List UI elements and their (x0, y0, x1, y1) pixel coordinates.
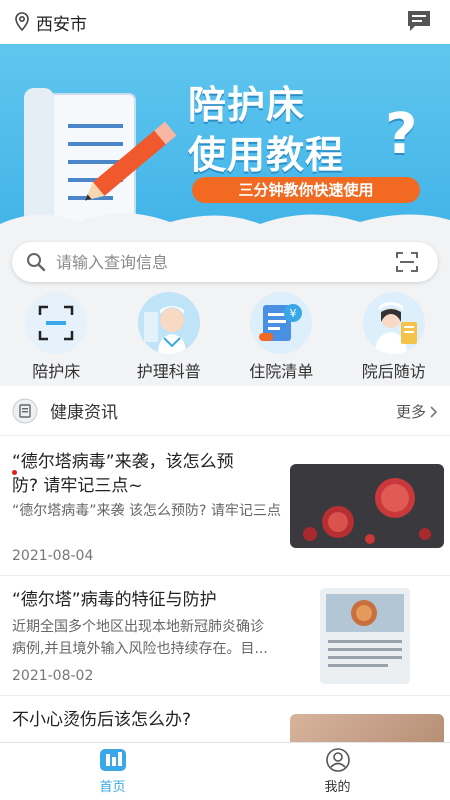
article-summary: 近期全国多个地区出现本地新冠肺炎确诊 (12, 619, 264, 635)
location-selector[interactable]: 西安市 (14, 10, 87, 35)
tab-home[interactable]: 首页 (0, 743, 225, 800)
quick-item-label: 陪护床 (32, 362, 81, 381)
tab-mine-label: 我的 (324, 780, 351, 795)
article-summary: “德尔塔病毒”来袭 该怎么预防? 请牢记三点 (12, 503, 281, 519)
article-title-line2: 防? 请牢记三点~ (12, 476, 143, 496)
news-icon (12, 398, 38, 423)
app-screen: 西安市 陪护床 使用教程 ? 三分钟教你快速使用 请输入查询信息 陪护床 护理科… (0, 0, 450, 800)
news-header: 健康资讯 更多 (0, 386, 450, 436)
quick-item-bill[interactable]: ¥ 住院清单 (231, 292, 331, 384)
user-icon (325, 748, 350, 772)
location-pin-icon (15, 12, 29, 32)
news-section-title: 健康资讯 (50, 403, 118, 423)
more-label: 更多 (395, 403, 426, 421)
quick-item-label: 院后随访 (361, 362, 426, 381)
quick-item-label: 护理科普 (136, 362, 201, 381)
tab-home-label: 首页 (99, 780, 126, 795)
location-label: 西安市 (36, 14, 87, 35)
bill-list-icon: ¥ (250, 292, 313, 354)
bottom-tab-bar: 首页 我的 (0, 742, 450, 800)
article-thumbnail (290, 714, 444, 742)
cloud-decoration (0, 213, 450, 240)
top-bar: 西安市 (0, 0, 450, 44)
chevron-right-icon (430, 405, 438, 418)
article-title: “德尔塔”病毒的特征与防护 (12, 590, 217, 610)
nurse-icon (137, 292, 200, 354)
news-item[interactable]: “德尔塔”病毒的特征与防护 近期全国多个地区出现本地新冠肺炎确诊 病例,并且境外… (0, 576, 450, 696)
scan-icon[interactable] (396, 252, 418, 272)
tab-mine[interactable]: 我的 (225, 743, 450, 800)
quick-item-label: 住院清单 (249, 362, 314, 381)
health-news-section: 健康资讯 更多 “德尔塔病毒”来袭，该怎么预 防? 请牢记三点~ “德尔塔病毒”… (0, 386, 450, 742)
news-item[interactable]: “德尔塔病毒”来袭，该怎么预 防? 请牢记三点~ “德尔塔病毒”来袭 该怎么预防… (0, 436, 450, 576)
message-icon[interactable] (406, 9, 432, 33)
nurse-clipboard-icon (362, 292, 425, 354)
quick-item-followup[interactable]: 院后随访 (344, 292, 444, 384)
quick-item-bed[interactable]: 陪护床 (6, 292, 106, 384)
question-mark: ? (385, 102, 418, 167)
quick-menu: 陪护床 护理科普 ¥ 住院清单 院后随访 (0, 292, 450, 384)
more-link[interactable]: 更多 (396, 401, 438, 422)
article-title: “德尔塔病毒”来袭，该怎么预 (12, 452, 234, 472)
article-title: 不小心烫伤后该怎么办? (12, 710, 192, 730)
news-item[interactable]: 不小心烫伤后该怎么办? (0, 696, 450, 742)
search-input[interactable] (56, 252, 356, 272)
search-icon (27, 253, 46, 272)
scan-bed-icon (25, 292, 88, 354)
svg-text:¥: ¥ (290, 307, 297, 320)
virus-thumbnail (290, 464, 444, 548)
banner-title-line2: 使用教程 (188, 133, 345, 177)
article-date: 2021-08-04 (12, 548, 94, 564)
quick-item-nursing[interactable]: 护理科普 (119, 292, 219, 384)
tutorial-banner[interactable]: 陪护床 使用教程 ? 三分钟教你快速使用 (0, 44, 450, 240)
article-thumbnail (320, 588, 410, 684)
article-summary-line2: 病例,并且境外输入风险也持续存在。目... (12, 641, 268, 657)
banner-title-line1: 陪护床 (188, 83, 306, 127)
article-date: 2021-08-02 (12, 668, 94, 684)
banner-subtitle-pill: 三分钟教你快速使用 (192, 177, 420, 203)
home-icon (99, 749, 126, 771)
search-bar[interactable] (12, 242, 438, 282)
